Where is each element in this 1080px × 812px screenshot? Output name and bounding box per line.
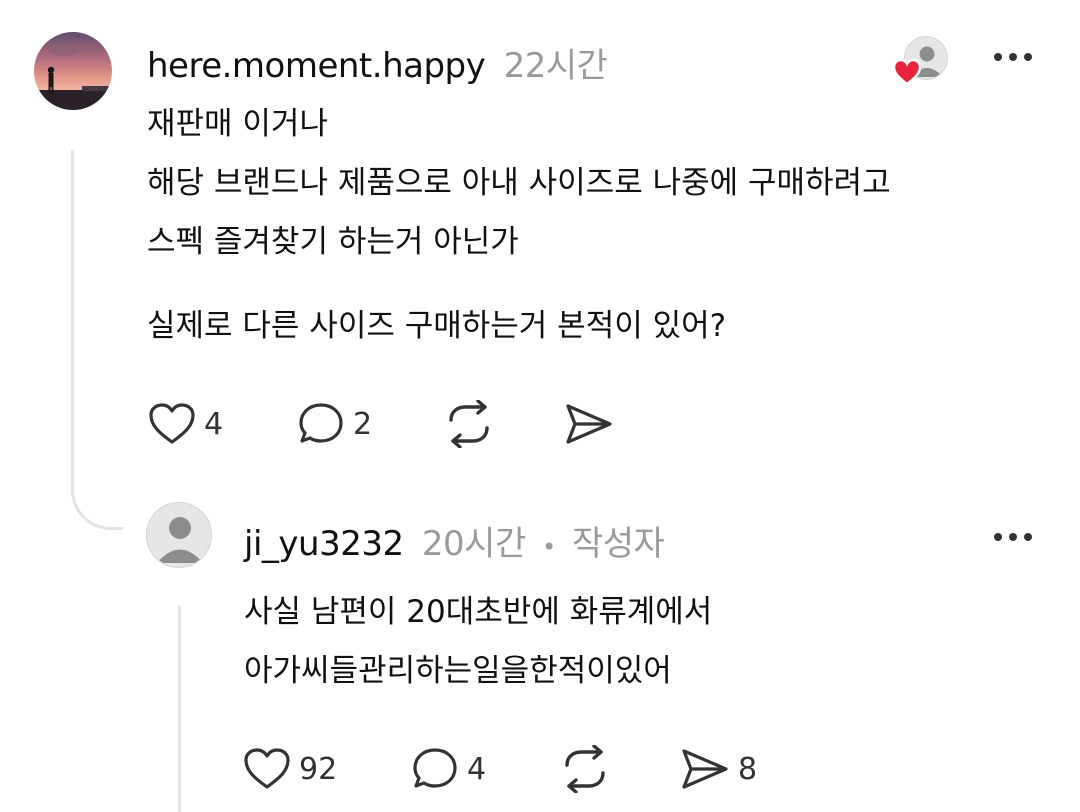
- post-username[interactable]: here.moment.happy: [147, 46, 486, 86]
- like-button[interactable]: 4: [148, 402, 223, 446]
- reply-share-count: 8: [738, 751, 758, 787]
- heart-icon: [149, 403, 195, 444]
- reply-username[interactable]: ji_yu3232: [244, 524, 404, 564]
- post-body-question: 실제로 다른 사이즈 구매하는거 본적이 있어?: [147, 308, 727, 344]
- repost-icon: [565, 745, 605, 793]
- reply-count: 2: [353, 406, 373, 442]
- repost-icon: [449, 400, 489, 448]
- post-body-line: 스펙 즐겨찾기 하는거 아닌가: [147, 224, 519, 260]
- reply-button[interactable]: 2: [297, 401, 372, 447]
- reply-more-icon[interactable]: [994, 533, 1032, 541]
- post-body-line: 재판매 이거나: [147, 106, 328, 142]
- heart-badge-icon: [892, 58, 922, 86]
- post-more-icon[interactable]: [994, 53, 1032, 61]
- thread-connector-line: [71, 150, 74, 485]
- reply-share-button[interactable]: 8: [680, 747, 757, 791]
- reply-header: ji_yu3232 20시간 • 작성자: [244, 516, 665, 565]
- reply-reply-count: 4: [467, 751, 487, 787]
- repost-button[interactable]: [443, 400, 495, 448]
- thread-view: here.moment.happy 22시간 재판매 이거나 해당 브랜드나 제…: [0, 0, 1080, 812]
- post-body-line: 해당 브랜드나 제품으로 아내 사이즈로 나중에 구매하려고: [147, 165, 891, 201]
- reply-body-line: 아가씨들관리하는일을한적이있어: [244, 653, 672, 689]
- liked-by-author-icon: [892, 36, 952, 86]
- like-count: 4: [204, 406, 224, 442]
- post-timestamp: 22시간: [503, 46, 608, 86]
- avatar[interactable]: [34, 32, 112, 110]
- comment-icon: [413, 748, 457, 788]
- send-icon: [566, 404, 612, 444]
- reply-like-button[interactable]: 92: [243, 747, 337, 791]
- post-header: here.moment.happy 22시간: [147, 38, 608, 87]
- send-icon: [682, 749, 728, 789]
- meta-separator: •: [542, 533, 556, 561]
- avatar-sunset-image: [34, 32, 112, 110]
- reply-timestamp: 20시간: [421, 524, 526, 564]
- thread-connector-curve: [71, 470, 123, 530]
- author-badge: 작성자: [572, 524, 665, 564]
- reply-reply-button[interactable]: 4: [411, 746, 486, 792]
- comment-icon: [299, 403, 343, 443]
- reply-thread-line: [178, 606, 181, 812]
- heart-icon: [244, 748, 290, 789]
- reply-body-line: 사실 남편이 20대초반에 화류계에서: [244, 594, 713, 630]
- share-button[interactable]: [564, 402, 614, 446]
- reply-like-count: 92: [299, 751, 338, 787]
- reply-avatar[interactable]: [146, 502, 212, 568]
- reply-repost-button[interactable]: [559, 745, 611, 793]
